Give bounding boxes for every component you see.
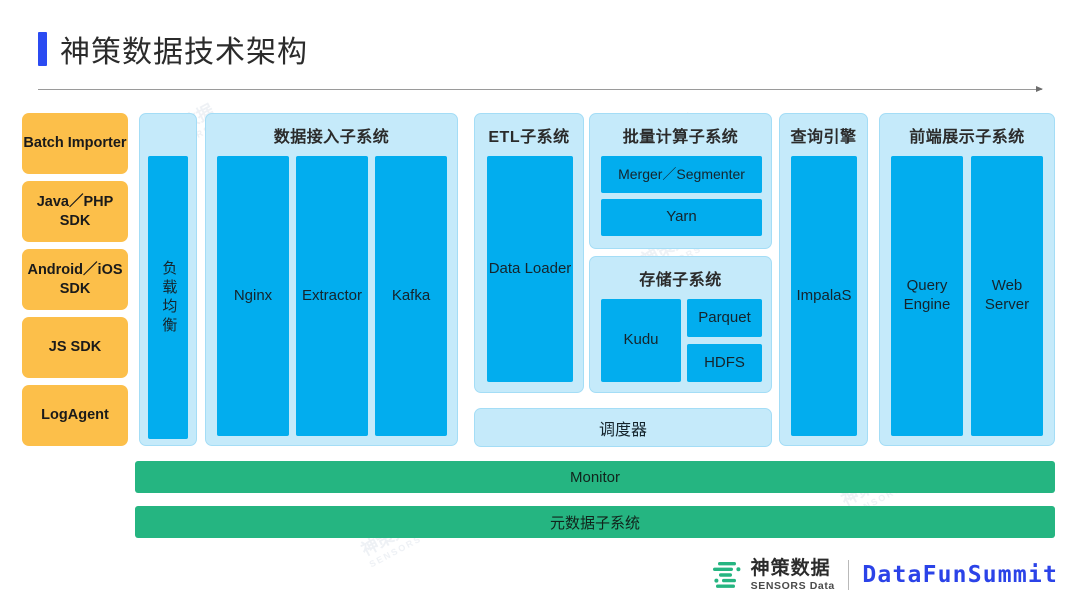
source-label: LogAgent <box>41 407 109 424</box>
node-label: Nginx <box>233 286 273 304</box>
node-label: Kudu <box>623 331 659 349</box>
node-label: Data Loader <box>488 259 572 277</box>
node-load-balancer[interactable]: 负载均衡 <box>148 156 188 439</box>
source-label: JS SDK <box>48 339 102 356</box>
node-data-loader[interactable]: Data Loader <box>487 156 573 382</box>
node-label: Query Engine <box>903 277 951 313</box>
group-title-data-ingest: 数据接入子系统 <box>273 129 390 146</box>
source-box-java-php-sdk[interactable]: Java／PHP SDK <box>22 181 128 242</box>
node-yarn[interactable]: Yarn <box>601 199 762 236</box>
source-label: Batch Importer <box>23 135 127 152</box>
brand-lockup: 神策数据 SENSORS Data DataFunSummit <box>710 552 1058 598</box>
node-kafka[interactable]: Kafka <box>375 156 447 436</box>
group-title-batch-compute: 批量计算子系统 <box>622 129 739 146</box>
node-impalas[interactable]: ImpalaS <box>791 156 857 436</box>
page-footer: 神策数据 SENSORS Data DataFunSummit <box>0 548 1080 608</box>
node-parquet[interactable]: Parquet <box>687 299 762 337</box>
node-label: ImpalaS <box>796 286 852 304</box>
node-label: Extractor <box>301 286 362 304</box>
bar-label: Monitor <box>569 468 621 486</box>
brand-divider <box>847 560 850 590</box>
sensors-wordmark: 神策数据 SENSORS Data <box>751 559 835 592</box>
source-box-android-ios-sdk[interactable]: Android／iOS SDK <box>22 249 128 310</box>
group-frontend-subsystem: 前端展示子系统 Query Engine Web Server <box>879 113 1055 446</box>
node-merger-segmenter[interactable]: Merger／Segmenter <box>601 156 762 193</box>
group-title-etl: ETL子系统 <box>488 129 570 146</box>
group-title-frontend: 前端展示子系统 <box>909 129 1025 146</box>
node-web-server[interactable]: Web Server <box>971 156 1043 436</box>
group-data-ingest-subsystem: 数据接入子系统 Nginx Extractor Kafka <box>205 113 458 446</box>
source-box-batch-importer[interactable]: Batch Importer <box>22 113 128 174</box>
group-title-query-engine: 查询引擎 <box>790 129 857 146</box>
node-label: Yarn <box>666 208 697 226</box>
node-kudu[interactable]: Kudu <box>601 299 681 382</box>
bar-monitor[interactable]: Monitor <box>135 461 1055 493</box>
node-label: 负载均衡 <box>160 259 178 336</box>
node-label: HDFS <box>704 353 745 371</box>
bar-label: 元数据子系统 <box>549 514 640 532</box>
node-query-engine[interactable]: Query Engine <box>891 156 963 436</box>
source-box-js-sdk[interactable]: JS SDK <box>22 317 128 378</box>
architecture-diagram: 神策数据SENSORS Data 神策数据SENSORS Data 神策数据SE… <box>0 0 1080 608</box>
group-load-balancer: 负载均衡 <box>139 113 197 446</box>
node-label: Web Server <box>984 277 1030 313</box>
sensors-mark-icon <box>712 562 741 588</box>
scheduler-label: 调度器 <box>598 421 647 439</box>
source-box-logagent[interactable]: LogAgent <box>22 385 128 446</box>
node-label: Merger／Segmenter <box>618 165 745 182</box>
sensors-name-cn: 神策数据 <box>750 557 831 579</box>
node-label: Parquet <box>698 308 751 326</box>
group-query-engine: 查询引擎 ImpalaS <box>779 113 868 446</box>
node-extractor[interactable]: Extractor <box>296 156 368 436</box>
datafunsummit-wordmark: DataFunSummit <box>862 562 1058 588</box>
node-hdfs[interactable]: HDFS <box>687 344 762 382</box>
group-etl-subsystem: ETL子系统 Data Loader <box>474 113 584 393</box>
node-nginx[interactable]: Nginx <box>217 156 289 436</box>
group-storage-subsystem: 存储子系统 Kudu Parquet HDFS <box>589 256 772 393</box>
source-label: Android／iOS SDK <box>27 262 123 297</box>
sensors-name-en: SENSORS Data <box>750 579 835 592</box>
group-title-storage: 存储子系统 <box>639 272 722 289</box>
node-label: Kafka <box>391 286 431 304</box>
group-batch-compute-subsystem: 批量计算子系统 Merger／Segmenter Yarn <box>589 113 772 249</box>
source-label: Java／PHP SDK <box>36 194 114 229</box>
sensors-logo: 神策数据 SENSORS Data <box>710 558 835 592</box>
bar-metadata-subsystem[interactable]: 元数据子系统 <box>135 506 1055 538</box>
node-scheduler[interactable]: 调度器 <box>474 408 772 447</box>
